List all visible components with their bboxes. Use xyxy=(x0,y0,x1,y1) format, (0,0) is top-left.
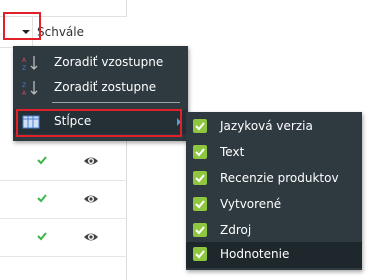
svg-text:Z: Z xyxy=(22,82,26,89)
svg-text:A: A xyxy=(22,90,27,96)
column-toggle-created[interactable]: Vytvorené xyxy=(186,192,362,218)
column-toggle-label: Recenzie produktov xyxy=(220,171,339,185)
column-toggle-rating[interactable]: Hodnotenie xyxy=(186,242,362,268)
checkbox-checked[interactable] xyxy=(193,223,207,237)
menu-item-sort-ascending[interactable]: A Z Zoradiť vzostupne xyxy=(13,51,188,75)
sort-descending-icon: Z A xyxy=(22,81,38,96)
menu-item-sort-descending[interactable]: Z A Zoradiť zostupne xyxy=(13,76,188,100)
svg-text:A: A xyxy=(22,57,27,64)
table-row[interactable] xyxy=(0,181,127,219)
check-icon xyxy=(37,232,47,241)
checkbox-checked[interactable] xyxy=(193,119,207,133)
highlight-annotation xyxy=(16,109,182,137)
sort-ascending-icon: A Z xyxy=(22,56,38,71)
column-toggle-text[interactable]: Text xyxy=(186,140,362,166)
eye-icon[interactable] xyxy=(83,155,99,167)
menu-separator xyxy=(52,102,180,103)
highlight-annotation xyxy=(3,12,41,40)
checkbox-checked[interactable] xyxy=(193,145,207,159)
column-header-approved[interactable]: Schvále xyxy=(37,25,127,39)
checkbox-checked[interactable] xyxy=(193,247,207,261)
check-icon xyxy=(37,194,47,203)
column-toggle-label: Hodnotenie xyxy=(220,247,290,261)
column-toggle-label: Jazyková verzia xyxy=(220,119,313,133)
svg-text:Z: Z xyxy=(22,65,26,71)
table-row[interactable] xyxy=(0,219,127,257)
checkbox-checked[interactable] xyxy=(193,171,207,185)
column-toggle-source[interactable]: Zdroj xyxy=(186,218,362,244)
columns-submenu: Jazyková verzia Text Recenzie produktov … xyxy=(186,112,362,270)
column-toggle-reviews[interactable]: Recenzie produktov xyxy=(186,166,362,192)
menu-item-label: Zoradiť zostupne xyxy=(54,80,157,94)
menu-item-label: Zoradiť vzostupne xyxy=(54,55,164,69)
screen: Schvále A Z Zoradiť vzostupne Z A Zoradi… xyxy=(0,0,371,280)
eye-icon[interactable] xyxy=(83,193,99,205)
column-toggle-label: Zdroj xyxy=(220,223,252,237)
column-toggle-language[interactable]: Jazyková verzia xyxy=(186,114,362,140)
check-icon xyxy=(37,156,47,165)
table-row[interactable] xyxy=(0,143,127,181)
column-toggle-label: Text xyxy=(220,145,245,159)
checkbox-checked[interactable] xyxy=(193,197,207,211)
eye-icon[interactable] xyxy=(83,231,99,243)
column-toggle-label: Vytvorené xyxy=(220,197,282,211)
